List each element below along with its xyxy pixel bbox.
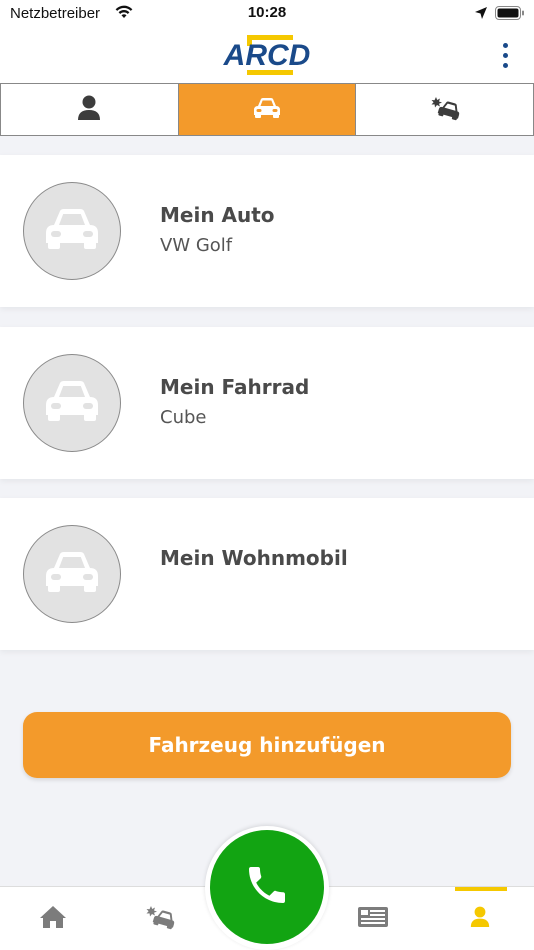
battery-icon (495, 6, 525, 25)
phone-icon (243, 861, 291, 913)
vehicle-card[interactable]: Mein Auto VW Golf (0, 155, 534, 307)
add-vehicle-button[interactable]: Fahrzeug hinzufügen (23, 712, 511, 778)
status-bar: Netzbetreiber 10:28 (0, 0, 534, 28)
vehicle-avatar (23, 525, 121, 623)
location-arrow-icon (474, 6, 488, 25)
logo-text: ARCD (223, 39, 311, 72)
car-icon (42, 549, 102, 599)
arcd-logo: ARCD (213, 35, 321, 79)
vehicle-card[interactable]: Mein Wohnmobil (0, 498, 534, 650)
more-menu-icon[interactable] (494, 40, 516, 70)
car-icon (42, 206, 102, 256)
vehicle-avatar (23, 354, 121, 452)
nav-news[interactable] (353, 903, 393, 935)
car-crash-icon (430, 95, 460, 125)
status-time: 10:28 (247, 4, 287, 21)
tab-accident[interactable] (356, 84, 533, 135)
app-header: ARCD (0, 28, 534, 83)
vehicle-subtitle: VW Golf (160, 235, 233, 256)
emergency-call-button[interactable] (210, 830, 324, 944)
nav-home[interactable] (33, 903, 73, 935)
vehicle-title: Mein Fahrrad (160, 375, 310, 399)
active-tab-indicator (455, 887, 507, 891)
vehicle-title: Mein Wohnmobil (160, 546, 348, 570)
vehicle-subtitle: Cube (160, 407, 207, 428)
vehicle-avatar (23, 182, 121, 280)
nav-accident[interactable] (140, 903, 180, 935)
vehicle-title: Mein Auto (160, 203, 275, 227)
nav-profile[interactable] (460, 903, 500, 935)
profile-tab-bar (0, 83, 534, 136)
car-icon (252, 97, 282, 123)
tab-person[interactable] (1, 84, 179, 135)
news-icon (357, 906, 389, 932)
car-icon (42, 378, 102, 428)
car-crash-icon (145, 904, 175, 934)
tab-vehicles[interactable] (178, 84, 357, 135)
person-icon (77, 95, 101, 125)
person-icon (470, 906, 490, 932)
vehicle-card[interactable]: Mein Fahrrad Cube (0, 327, 534, 479)
home-icon (39, 905, 67, 933)
